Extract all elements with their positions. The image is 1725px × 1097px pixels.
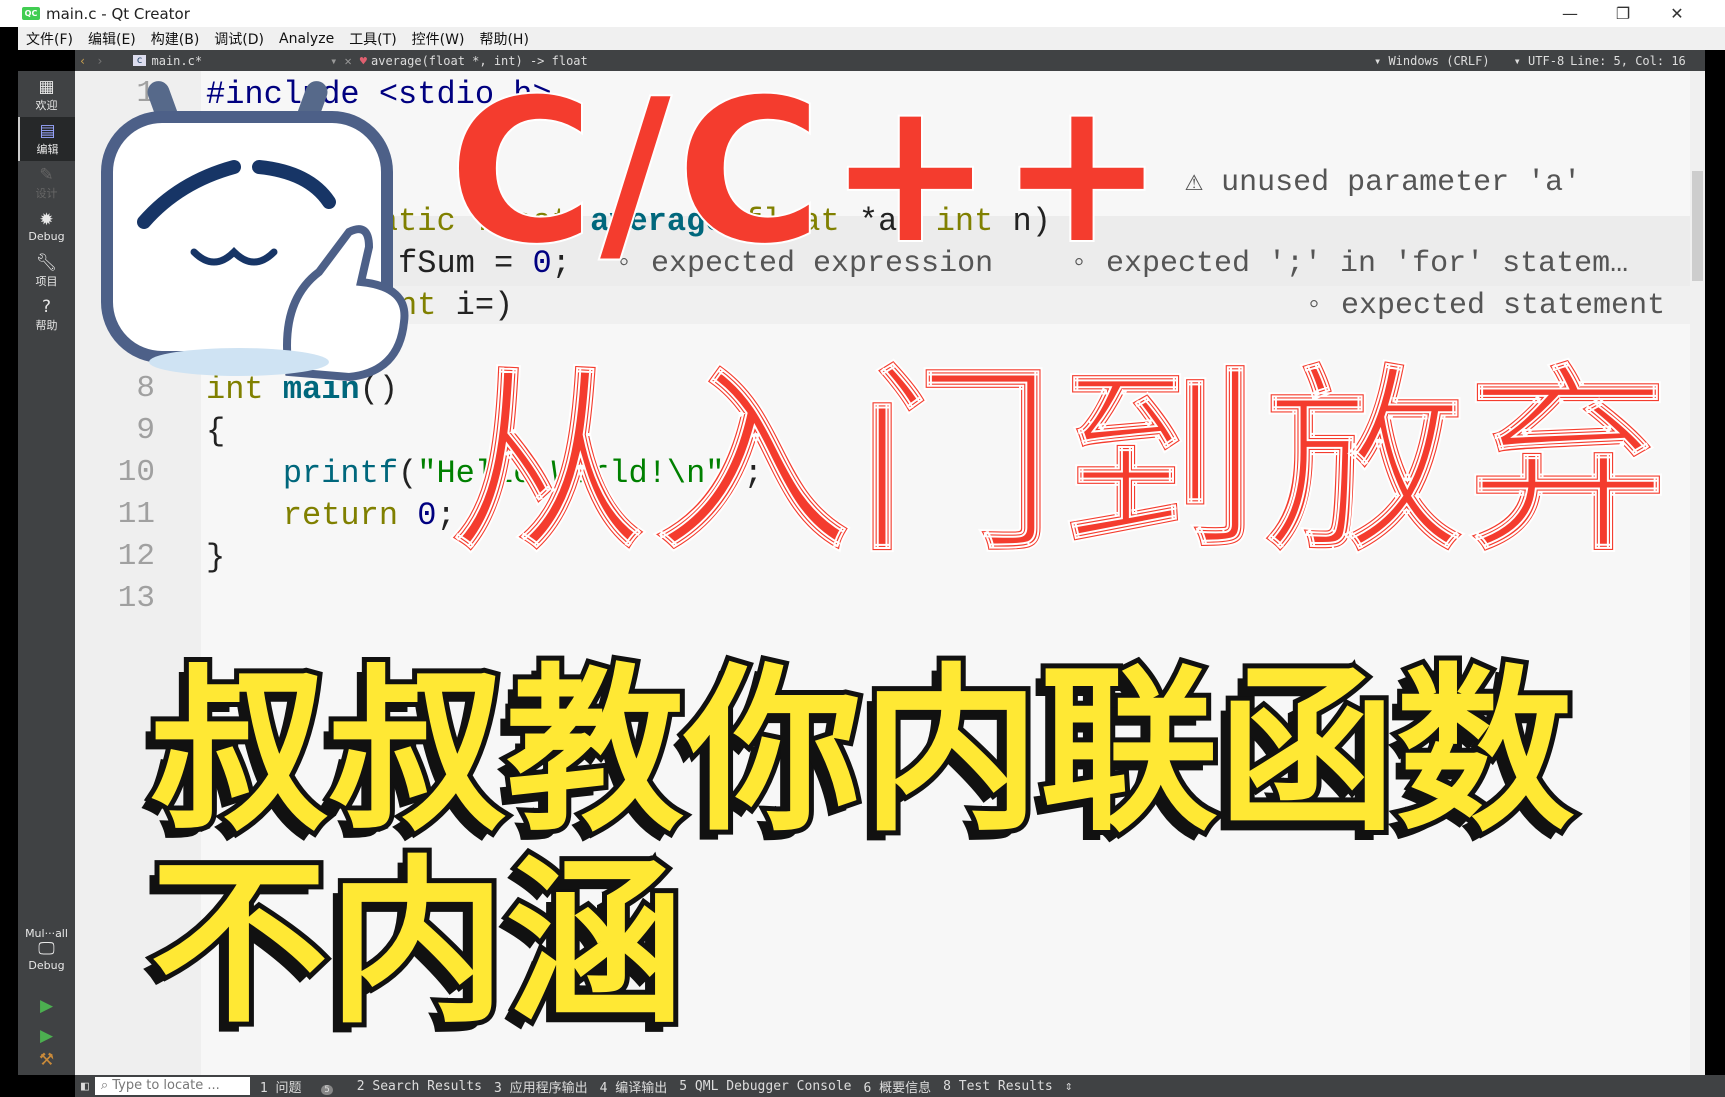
vertical-scrollbar[interactable] <box>1690 71 1705 1075</box>
sidebar-item-debug[interactable]: ✹ Debug <box>18 205 75 249</box>
monitor-icon: 🖵︎ <box>38 938 55 959</box>
locate-input[interactable]: ⌕ Type to locate ... <box>94 1077 250 1095</box>
sidebar-item-welcome[interactable]: ▦ 欢迎 <box>18 73 75 117</box>
tab-qml-debugger-console[interactable]: 5 QML Debugger Console <box>679 1079 851 1094</box>
right-border <box>1705 50 1725 1097</box>
encoding-selector[interactable]: ▾ UTF-8 <box>1514 54 1565 68</box>
more-tabs-icon[interactable]: ⇕ <box>1065 1079 1073 1094</box>
bug-icon: ✹ <box>39 210 54 230</box>
tab-issues[interactable]: 1 问题 5 <box>260 1077 345 1096</box>
overlay-title-cpp: C/C++ <box>447 55 1170 290</box>
mode-sidebar: ▦ 欢迎 ▤ 编辑 ✎ 设计 ✹ Debug 🔧︎ 项目 ? 帮助 Mul···all 🖵︎ D… <box>18 71 75 1075</box>
line-number: 9 <box>136 413 155 448</box>
cursor-position[interactable]: Line: 5, Col: 16 <box>1570 54 1686 68</box>
build-button[interactable]: ⚒ <box>18 1046 75 1074</box>
issue-count-badge: 5 <box>321 1084 333 1095</box>
maximize-button[interactable]: ❐ <box>1598 0 1648 27</box>
window-title: main.c - Qt Creator <box>46 4 190 23</box>
menu-debug[interactable]: 调试(D) <box>214 29 264 49</box>
sidebar-item-projects[interactable]: 🔧︎ 项目 <box>18 249 75 293</box>
title-bar: QC main.c - Qt Creator — ❐ ✕ <box>0 0 1725 27</box>
debug-play-icon: ▶ <box>39 1025 54 1046</box>
function-icon: ♥ <box>359 53 367 68</box>
tab-general-messages[interactable]: 6 概要信息 <box>863 1077 931 1096</box>
menu-bar: 文件(F) 编辑(E) 构建(B) 调试(D) Analyze 工具(T) 控件… <box>18 27 1725 50</box>
tab-test-results[interactable]: 8 Test Results <box>943 1079 1053 1094</box>
line-ending-selector[interactable]: ▾ Windows (CRLF) <box>1374 54 1490 68</box>
play-icon: ▶ <box>39 995 54 1016</box>
output-pane-bar: ◧ ⌕ Type to locate ... 1 问题 5 2 Search R… <box>75 1075 1725 1097</box>
help-icon: ? <box>41 296 52 317</box>
menu-edit[interactable]: 编辑(E) <box>88 29 136 49</box>
close-button[interactable]: ✕ <box>1652 0 1702 27</box>
menu-controls[interactable]: 控件(W) <box>412 29 465 49</box>
tab-application-output[interactable]: 3 应用程序输出 <box>494 1077 588 1096</box>
sidebar-item-design[interactable]: ✎ 设计 <box>18 161 75 205</box>
menu-file[interactable]: 文件(F) <box>26 29 73 49</box>
tab-search-results[interactable]: 2 Search Results <box>357 1079 482 1094</box>
overlay-subtitle-pun: 不内涵 <box>145 835 689 1052</box>
run-button[interactable]: ▶ <box>18 991 75 1021</box>
line-number: 13 <box>117 581 155 616</box>
kit-selector[interactable]: Mul···all 🖵︎ Debug <box>18 919 75 979</box>
pencil-icon: ✎ <box>39 164 54 185</box>
tab-compile-output[interactable]: 4 编译输出 <box>600 1077 668 1096</box>
forward-icon[interactable]: › <box>96 54 103 68</box>
warning-annotation: ⚠ unused parameter 'a' <box>1185 166 1582 200</box>
menu-build[interactable]: 构建(B) <box>151 29 200 49</box>
menu-analyze[interactable]: Analyze <box>279 31 334 47</box>
line-number: 12 <box>117 539 155 574</box>
hammer-icon: ⚒ <box>38 1049 55 1070</box>
minimize-button[interactable]: — <box>1545 0 1595 27</box>
line-number: 11 <box>117 497 155 532</box>
grid-icon: ▦ <box>38 76 55 97</box>
overlay-title-giveup: 从入门到放弃 <box>447 346 1673 581</box>
menu-tools[interactable]: 工具(T) <box>349 29 396 49</box>
mascot-image <box>101 81 409 382</box>
back-icon[interactable]: ‹ <box>79 54 86 68</box>
close-file-icon[interactable]: ▾ ✕ <box>330 54 352 68</box>
c-file-icon: c <box>133 55 146 66</box>
code-line: return 0; <box>282 497 456 534</box>
qt-creator-logo: QC <box>22 7 40 20</box>
code-line: } <box>206 539 226 576</box>
line-number: 10 <box>117 455 155 490</box>
sidebar-item-help[interactable]: ? 帮助 <box>18 293 75 337</box>
menu-help[interactable]: 帮助(H) <box>479 29 528 49</box>
toggle-sidebar-icon[interactable]: ◧ <box>81 1079 89 1094</box>
code-line: { <box>206 413 226 450</box>
edit-doc-icon: ▤ <box>39 120 56 141</box>
open-file-selector[interactable]: main.c* <box>152 54 203 68</box>
scrollbar-thumb[interactable] <box>1692 171 1703 281</box>
wrench-icon: 🔧︎ <box>35 252 58 273</box>
left-border <box>0 27 18 1097</box>
sidebar-item-edit[interactable]: ▤ 编辑 <box>18 117 75 161</box>
